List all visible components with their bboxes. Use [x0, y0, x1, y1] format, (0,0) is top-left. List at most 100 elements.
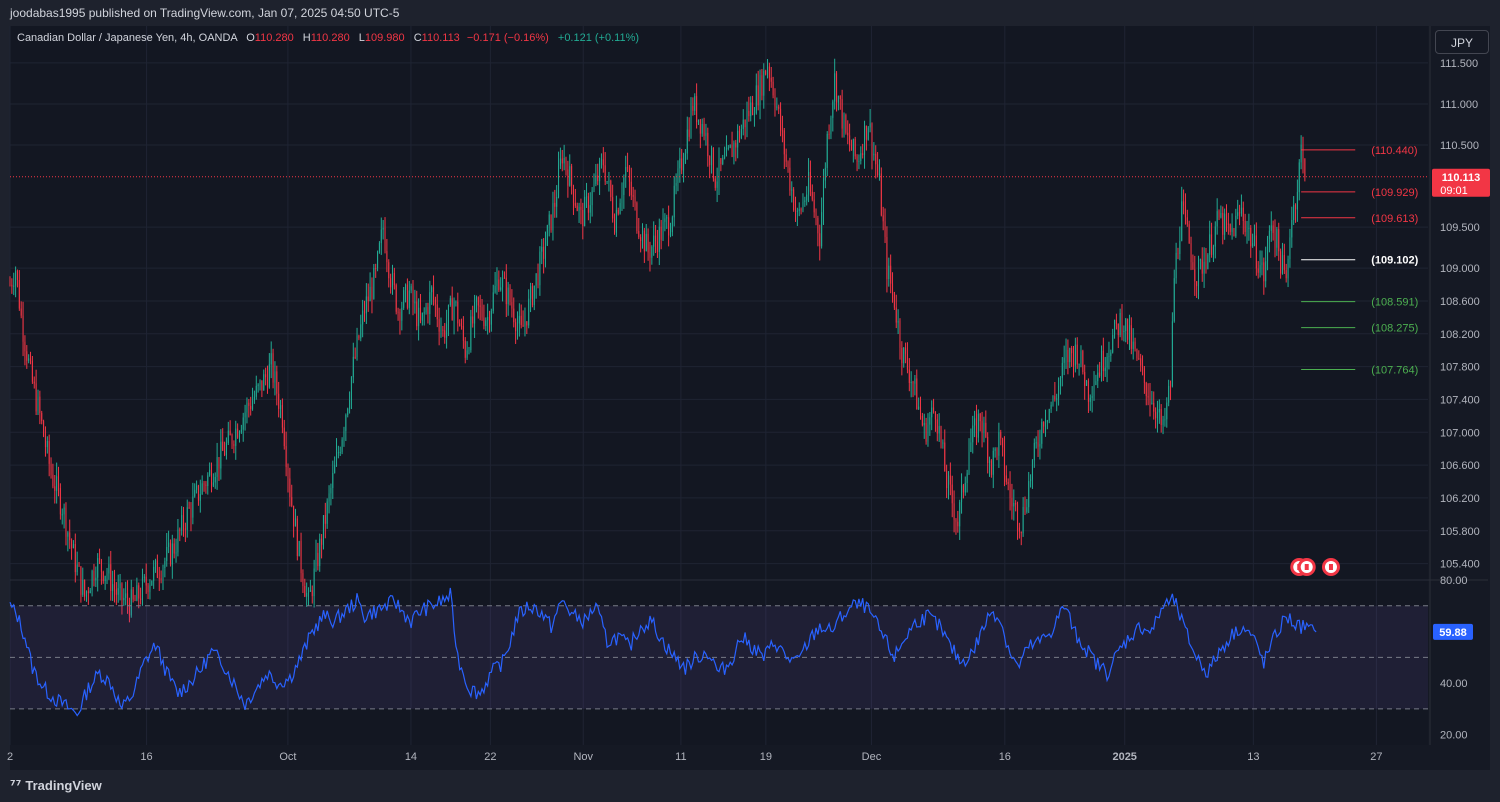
candle-body	[714, 178, 716, 188]
candle-body	[113, 584, 115, 590]
candle-body	[955, 519, 957, 522]
candle-body	[886, 236, 888, 280]
candle-body	[1097, 372, 1099, 382]
candle-body	[1291, 220, 1293, 238]
candle-body	[1136, 348, 1138, 359]
candle-body	[914, 378, 916, 384]
candle-body	[433, 287, 435, 300]
candle-body	[1072, 353, 1075, 366]
candle-body	[684, 153, 686, 164]
candle-body	[1147, 396, 1149, 398]
candle-body	[946, 471, 948, 489]
price-pane-bg	[10, 26, 1428, 580]
currency-button[interactable]: JPY	[1435, 30, 1489, 54]
candle-body	[543, 246, 545, 259]
candle-body	[479, 305, 481, 307]
candle-body	[1061, 362, 1063, 378]
candle-body	[100, 560, 102, 572]
candle-body	[599, 160, 601, 182]
candle-body	[339, 451, 341, 453]
candle-body	[222, 441, 224, 451]
candle-body	[477, 297, 479, 306]
candle-body	[18, 280, 20, 309]
candle-body	[138, 585, 140, 599]
candle-body	[1078, 363, 1080, 365]
candle-body	[462, 326, 464, 341]
candle-body	[296, 518, 298, 557]
candle-body	[326, 501, 328, 524]
candle-body	[602, 159, 604, 166]
candle-body	[46, 441, 48, 448]
candle-body	[544, 245, 546, 259]
candle-body	[1194, 269, 1196, 282]
candle-body	[511, 302, 513, 309]
candle-body	[349, 400, 351, 409]
candle-body	[936, 419, 938, 434]
candle-body	[1179, 240, 1181, 254]
candle-body	[500, 287, 502, 290]
candle-body	[865, 125, 867, 140]
candle-body	[559, 158, 561, 166]
candle-body	[1246, 228, 1248, 233]
candle-body	[899, 320, 901, 348]
candle-body	[1125, 318, 1127, 332]
candle-body	[1086, 380, 1088, 386]
candle-body	[71, 540, 73, 549]
candle-body	[968, 452, 970, 474]
candle-body	[52, 474, 54, 487]
time-tick-label: 16	[140, 751, 152, 763]
candle-body	[1184, 205, 1186, 218]
candle-body	[919, 406, 922, 416]
candle-body	[942, 442, 944, 444]
candle-body	[656, 241, 658, 252]
candle-body	[1196, 281, 1198, 287]
candle-body	[190, 507, 192, 518]
candle-body	[985, 422, 987, 437]
candle-body	[9, 284, 11, 286]
candle-body	[37, 396, 39, 412]
candle-body	[981, 421, 983, 433]
candle-body	[673, 185, 675, 218]
candle-body	[1102, 350, 1104, 372]
time-tick-label: 22	[484, 751, 496, 763]
candle-body	[459, 323, 461, 326]
price-tick-label: 106.200	[1440, 493, 1480, 505]
candle-body	[490, 310, 492, 325]
candle-body	[740, 128, 742, 139]
candle-body	[974, 418, 976, 426]
candle-body	[582, 209, 584, 227]
candle-body	[780, 108, 782, 131]
candle-body	[1063, 357, 1065, 363]
candle-body	[328, 493, 330, 502]
candle-body	[380, 229, 382, 244]
candle-body	[56, 476, 58, 491]
candle-body	[1227, 223, 1229, 225]
candle-body	[287, 467, 289, 479]
candle-body	[975, 418, 977, 438]
candle-body	[1149, 397, 1151, 404]
time-tick-label: 2025	[1112, 751, 1136, 763]
tradingview-logo[interactable]: ⁷⁷ TradingView	[10, 778, 102, 794]
candle-body	[210, 469, 213, 486]
symbol-title: Canadian Dollar / Japanese Yen, 4h, OAND…	[17, 32, 238, 44]
candle-body	[30, 358, 32, 361]
candle-body	[1289, 237, 1291, 259]
candle-body	[235, 428, 237, 446]
candle-body	[69, 532, 71, 541]
candle-body	[591, 190, 593, 206]
candle-body	[175, 552, 177, 554]
candle-body	[1143, 368, 1145, 383]
candle-body	[44, 436, 46, 448]
candle-body	[858, 161, 860, 163]
candle-body	[1048, 409, 1050, 421]
candle-body	[1168, 385, 1170, 403]
candle-body	[1186, 217, 1188, 225]
candle-body	[755, 85, 757, 114]
candle-body	[1212, 246, 1214, 255]
candle-body	[617, 210, 619, 214]
candle-body	[436, 304, 438, 320]
candle-body	[123, 597, 125, 601]
open-label: O	[246, 32, 255, 44]
price-chart[interactable]: 111.500 111.000 110.500 109.500 109.000 108.6…	[0, 0, 1500, 802]
candle-body	[1002, 438, 1004, 448]
